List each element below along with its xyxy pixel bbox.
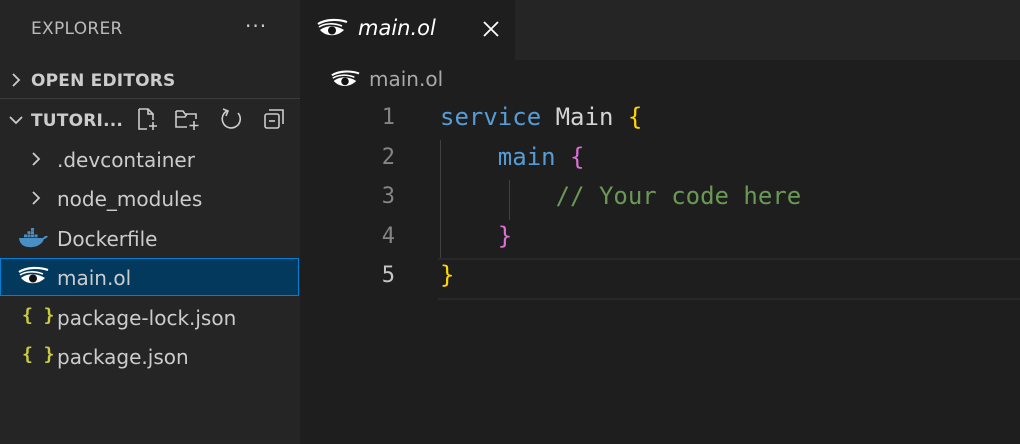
- code-token-id: [556, 143, 570, 171]
- collapse-all-icon[interactable]: [262, 106, 288, 132]
- current-line-highlight: [438, 258, 1020, 300]
- explorer-sidebar: EXPLORER ··· OPEN EDITORS TUTORI... .dev…: [0, 0, 300, 444]
- code-token-kw: service: [440, 103, 542, 131]
- open-editors-label: OPEN EDITORS: [31, 71, 176, 91]
- section-divider: [0, 98, 300, 99]
- code-token-br1: {: [627, 103, 643, 131]
- tree-item-label: main.ol: [57, 266, 132, 290]
- code-token-fn: main: [497, 143, 556, 171]
- tree-item-label: Dockerfile: [57, 227, 158, 251]
- tree-item-devcontainer[interactable]: .devcontainer: [0, 140, 300, 178]
- jolie-file-icon: [18, 266, 49, 284]
- explorer-title: EXPLORER: [31, 19, 123, 39]
- chevron-right-icon: [32, 191, 41, 205]
- line-number: 4: [381, 224, 395, 249]
- json-file-icon: { }: [22, 344, 55, 365]
- jolie-file-icon: [317, 18, 348, 36]
- tree-item-label: .devcontainer: [57, 148, 195, 172]
- code-token-br2: }: [497, 222, 513, 250]
- workspace-label: TUTORI...: [31, 111, 124, 131]
- tab-label: main.ol: [358, 16, 436, 40]
- new-folder-icon[interactable]: [174, 106, 200, 132]
- tree-item-label: package-lock.json: [57, 306, 237, 330]
- breadcrumb-file: main.ol: [369, 67, 444, 91]
- json-file-icon: { }: [22, 305, 55, 326]
- code-line: }: [440, 261, 454, 289]
- line-number-active: 5: [381, 263, 395, 288]
- line-number: 1: [381, 105, 395, 130]
- tree-item-label: node_modules: [57, 187, 203, 211]
- code-token-id: [440, 222, 498, 250]
- code-token-id: [440, 143, 498, 171]
- line-number: 2: [381, 145, 395, 170]
- close-icon[interactable]: [480, 18, 502, 40]
- chevron-right-icon: [32, 152, 41, 166]
- code-token-br1: }: [440, 261, 455, 289]
- open-editors-section[interactable]: OPEN EDITORS: [0, 62, 300, 98]
- code-token-id: Main: [541, 103, 628, 131]
- refresh-icon[interactable]: [219, 106, 245, 132]
- chevron-down-icon: [9, 116, 23, 125]
- code-token-id: [440, 182, 556, 210]
- tree-item-package-lock-json[interactable]: { } package-lock.json: [0, 298, 300, 336]
- chevron-right-icon: [12, 73, 21, 87]
- tree-item-dockerfile[interactable]: Dockerfile: [0, 219, 300, 257]
- code-editor[interactable]: 1 2 3 4 5 service Main { main { // Your …: [300, 100, 1020, 444]
- code-line: // Your code here: [440, 182, 802, 210]
- tree-item-label: package.json: [57, 345, 189, 369]
- jolie-file-icon: [331, 70, 360, 86]
- line-number: 3: [381, 184, 395, 209]
- new-file-icon[interactable]: [134, 106, 160, 132]
- tree-item-main-ol[interactable]: main.ol: [0, 258, 299, 296]
- tree-item-node-modules[interactable]: node_modules: [0, 179, 300, 217]
- more-actions-icon[interactable]: ···: [245, 14, 267, 38]
- code-line: service Main {: [440, 103, 642, 131]
- tree-item-package-json[interactable]: { } package.json: [0, 337, 300, 375]
- docker-icon: [19, 228, 48, 248]
- code-line: }: [440, 222, 512, 250]
- tab-main-ol[interactable]: main.ol: [300, 0, 515, 60]
- code-token-br2: {: [570, 143, 585, 171]
- editor-tab-bar: main.ol: [300, 0, 1020, 60]
- code-line: main {: [440, 143, 585, 171]
- code-token-cm: // Your code here: [555, 182, 802, 210]
